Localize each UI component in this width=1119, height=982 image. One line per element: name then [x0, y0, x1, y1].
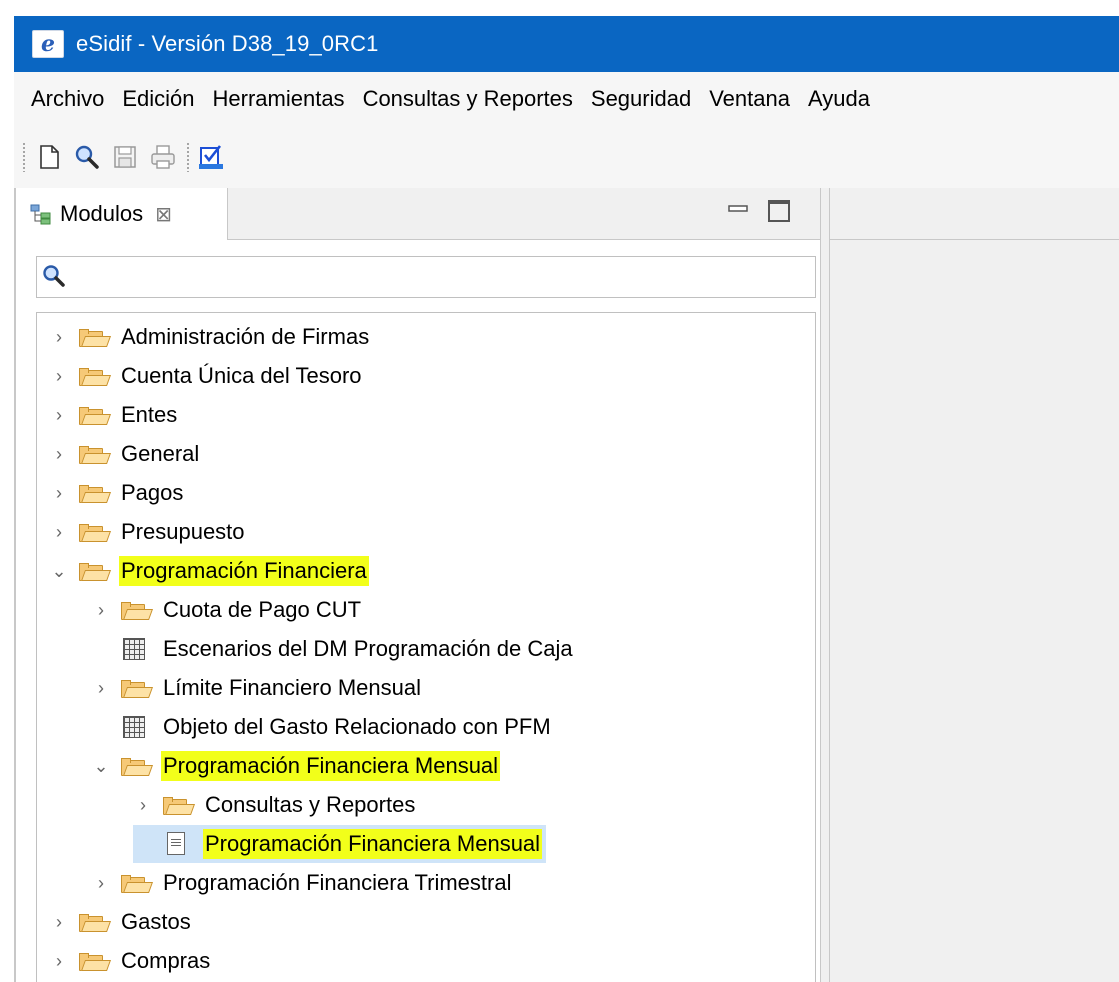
- editor-header: [830, 188, 1119, 240]
- tree-item-label: Límite Financiero Mensual: [163, 675, 422, 700]
- print-icon[interactable]: [148, 142, 178, 172]
- toolbar: [14, 126, 1119, 188]
- collapse-chevron-icon[interactable]: ⌄: [49, 562, 69, 580]
- tree-item[interactable]: › Compras: [49, 942, 212, 980]
- title-bar: e eSidif - Versión D38_19_0RC1: [14, 16, 1119, 72]
- tree-item-programacion-financiera-mensual[interactable]: ⌄ Programación Financiera Mensual: [91, 747, 501, 785]
- folder-icon: [77, 949, 112, 973]
- tree-item-programacion-financiera[interactable]: ⌄ Programación Financiera: [49, 552, 369, 590]
- editor-area: [830, 188, 1119, 982]
- folder-icon: [77, 520, 112, 544]
- collapse-chevron-icon[interactable]: ⌄: [91, 757, 111, 775]
- tree-item[interactable]: › Pagos: [49, 474, 185, 512]
- view-sash[interactable]: [820, 188, 830, 982]
- modules-tree: › Administración de Firmas › Cuenta Únic…: [36, 312, 816, 982]
- tree-item[interactable]: › General: [49, 435, 201, 473]
- tree-item-label: Cuota de Pago CUT: [163, 597, 362, 622]
- folder-icon: [119, 598, 154, 622]
- tree-item[interactable]: Objeto del Gasto Relacionado con PFM: [91, 708, 553, 746]
- menu-herramientas[interactable]: Herramientas: [204, 86, 354, 112]
- expand-chevron-icon[interactable]: ›: [49, 952, 69, 970]
- folder-icon: [77, 559, 112, 583]
- tree-item-label: Objeto del Gasto Relacionado con PFM: [163, 714, 551, 739]
- maximize-icon[interactable]: [768, 200, 790, 222]
- hierarchy-icon: [30, 203, 52, 225]
- tab-modulos[interactable]: Modulos ⊠: [16, 188, 228, 240]
- tree-item-label: Escenarios del DM Programación de Caja: [163, 636, 573, 661]
- folder-icon: [77, 364, 112, 388]
- expand-chevron-icon[interactable]: ›: [49, 445, 69, 463]
- grid-icon: [119, 637, 153, 661]
- tree-item[interactable]: › Cuota de Pago CUT: [91, 591, 363, 629]
- menu-seguridad[interactable]: Seguridad: [582, 86, 700, 112]
- tree-item-label: Programación Financiera: [119, 556, 369, 586]
- tree-item[interactable]: › Cuenta Única del Tesoro: [49, 357, 364, 395]
- toolbar-grip[interactable]: [22, 142, 26, 172]
- toolbar-separator: [186, 142, 190, 172]
- menu-bar: Archivo Edición Herramientas Consultas y…: [14, 72, 1119, 126]
- search-icon: [41, 263, 67, 289]
- tree-item-label: Gastos: [121, 909, 191, 934]
- menu-ventana[interactable]: Ventana: [700, 86, 799, 112]
- tree-item-label: Programación Financiera Mensual: [161, 751, 501, 781]
- tree-item[interactable]: Escenarios del DM Programación de Caja: [91, 630, 575, 668]
- tab-modulos-label: Modulos: [60, 201, 144, 226]
- expand-chevron-icon[interactable]: ›: [91, 874, 111, 892]
- expand-chevron-icon[interactable]: ›: [133, 796, 153, 814]
- tree-item-label: General: [121, 441, 200, 466]
- save-icon[interactable]: [110, 142, 140, 172]
- minimize-icon[interactable]: [728, 202, 748, 212]
- tree-item-label: Pagos: [121, 480, 184, 505]
- document-icon: [161, 832, 195, 856]
- tree-item-label: Entes: [121, 402, 178, 427]
- folder-icon: [161, 793, 196, 817]
- checklist-icon[interactable]: [196, 142, 226, 172]
- menu-edicion[interactable]: Edición: [113, 86, 203, 112]
- esidif-logo-icon: e: [32, 30, 64, 58]
- tree-item-label: Administración de Firmas: [121, 324, 370, 349]
- folder-icon: [77, 910, 112, 934]
- tree-item-label: Cuenta Única del Tesoro: [121, 363, 362, 388]
- folder-icon: [119, 871, 154, 895]
- tree-item-label: Programación Financiera Trimestral: [163, 870, 512, 895]
- new-document-icon[interactable]: [34, 142, 64, 172]
- menu-archivo[interactable]: Archivo: [14, 86, 113, 112]
- expand-chevron-icon[interactable]: ›: [49, 328, 69, 346]
- folder-icon: [77, 403, 112, 427]
- menu-consultas-y-reportes[interactable]: Consultas y Reportes: [354, 86, 582, 112]
- tree-item-label: Consultas y Reportes: [205, 792, 416, 817]
- folder-icon: [77, 442, 112, 466]
- expand-chevron-icon[interactable]: ›: [49, 406, 69, 424]
- tree-item[interactable]: › Administración de Firmas: [49, 318, 371, 356]
- folder-icon: [77, 481, 112, 505]
- tree-item[interactable]: › Entes: [49, 396, 179, 434]
- tree-item-label: Programación Financiera Mensual: [203, 829, 543, 859]
- tree-item-label: Presupuesto: [121, 519, 245, 544]
- close-icon[interactable]: ⊠: [155, 202, 172, 227]
- modules-view-header: Modulos ⊠: [16, 188, 822, 240]
- modules-view: Modulos ⊠ › Administración de Firmas › C…: [14, 188, 822, 982]
- tree-item[interactable]: › Gastos: [49, 903, 193, 941]
- expand-chevron-icon[interactable]: ›: [49, 484, 69, 502]
- filter-field[interactable]: [36, 256, 816, 298]
- tree-item[interactable]: › Límite Financiero Mensual: [91, 669, 423, 707]
- tree-item[interactable]: › Programación Financiera Trimestral: [91, 864, 513, 902]
- expand-chevron-icon[interactable]: ›: [91, 679, 111, 697]
- expand-chevron-icon[interactable]: ›: [49, 367, 69, 385]
- menu-ayuda[interactable]: Ayuda: [799, 86, 879, 112]
- expand-chevron-icon[interactable]: ›: [49, 913, 69, 931]
- tree-item-label: Compras: [121, 948, 211, 973]
- search-icon[interactable]: [72, 142, 102, 172]
- folder-icon: [77, 325, 112, 349]
- window-title: eSidif - Versión D38_19_0RC1: [76, 31, 379, 56]
- expand-chevron-icon[interactable]: ›: [91, 601, 111, 619]
- tree-item-selected[interactable]: Programación Financiera Mensual: [133, 825, 547, 863]
- grid-icon: [119, 715, 153, 739]
- tree-item[interactable]: › Presupuesto: [49, 513, 247, 551]
- expand-chevron-icon[interactable]: ›: [49, 523, 69, 541]
- tree-item[interactable]: › Consultas y Reportes: [133, 786, 417, 824]
- folder-icon: [119, 676, 154, 700]
- folder-icon: [119, 754, 154, 778]
